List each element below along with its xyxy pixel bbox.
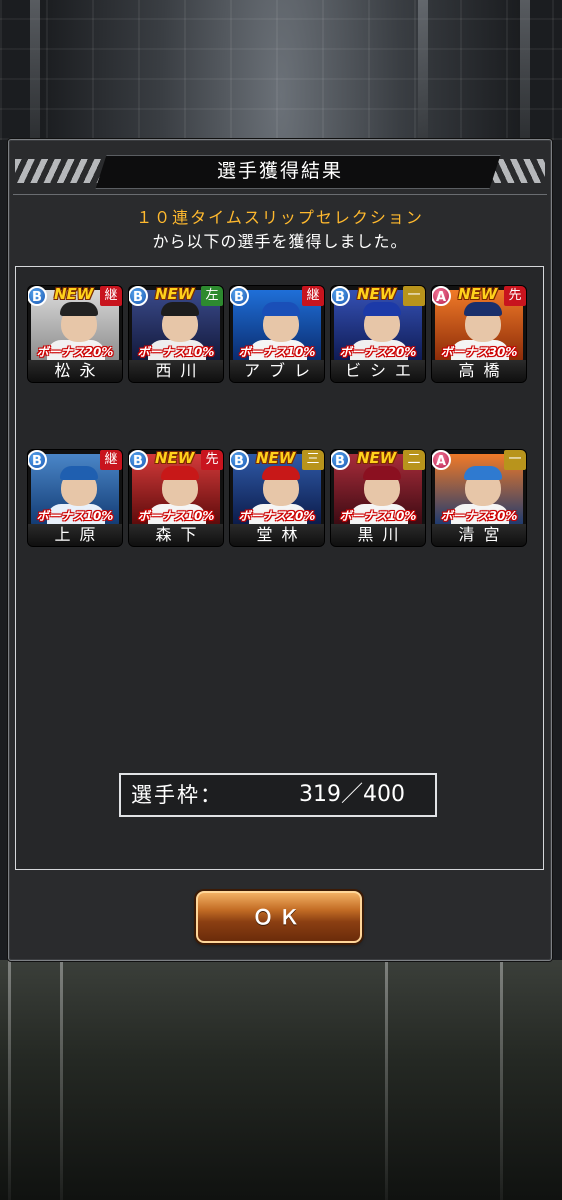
position-badge: 一 xyxy=(504,450,526,470)
rank-badge: B xyxy=(129,450,148,470)
position-badge: 三 xyxy=(302,450,324,470)
player-name: 西川 xyxy=(129,360,223,382)
player-card[interactable]: ボーナス10% 黒川 B 二 NEW xyxy=(331,450,425,546)
player-cap xyxy=(262,466,300,480)
player-name: 松永 xyxy=(28,360,122,382)
new-badge: NEW xyxy=(155,286,195,303)
player-bonus: ボーナス10% xyxy=(137,509,215,523)
player-name: 森下 xyxy=(129,524,223,546)
position-badge: 先 xyxy=(201,450,223,470)
light-beam xyxy=(8,960,11,1200)
new-badge: NEW xyxy=(54,286,94,303)
player-bonus: ボーナス10% xyxy=(238,345,316,359)
roof-pillar xyxy=(520,0,530,140)
rank-badge: B xyxy=(230,450,249,470)
rank-badge: B xyxy=(28,286,47,306)
roster-counter: 選手枠： 319／400 xyxy=(119,773,437,817)
player-card[interactable]: ボーナス10% 森下 B 先 NEW xyxy=(129,450,223,546)
roster-label: 選手枠： xyxy=(131,783,223,807)
rank-badge: B xyxy=(28,450,47,470)
ok-button[interactable]: ＯＫ xyxy=(196,891,362,943)
player-name: 堂林 xyxy=(230,524,324,546)
ok-button-label: ＯＫ xyxy=(253,905,305,929)
player-name: 黒川 xyxy=(331,524,425,546)
position-badge: 先 xyxy=(504,286,526,306)
position-badge: 二 xyxy=(403,450,425,470)
new-badge: NEW xyxy=(155,450,195,467)
player-card[interactable]: ボーナス20% 堂林 B 三 NEW xyxy=(230,450,324,546)
player-cap xyxy=(60,302,98,316)
player-bonus: ボーナス20% xyxy=(339,345,417,359)
rank-badge: B xyxy=(331,450,350,470)
player-name: アブレウ xyxy=(230,360,324,382)
light-beam xyxy=(385,960,388,1200)
player-cap xyxy=(60,466,98,480)
position-badge: 継 xyxy=(100,450,122,470)
rank-badge: A xyxy=(432,450,451,470)
roof-grid xyxy=(0,0,562,140)
player-bonus: ボーナス10% xyxy=(339,509,417,523)
player-bonus: ボーナス10% xyxy=(137,345,215,359)
player-name: 高橋 xyxy=(432,360,526,382)
player-cap xyxy=(262,302,300,316)
player-card[interactable]: ボーナス10% 西川 B 左 NEW xyxy=(129,286,223,382)
player-cap xyxy=(363,466,401,480)
rank-badge: B xyxy=(230,286,249,306)
player-bonus: ボーナス20% xyxy=(36,345,114,359)
player-name: 清宮 xyxy=(432,524,526,546)
position-badge: 継 xyxy=(302,286,324,306)
new-badge: NEW xyxy=(458,286,498,303)
player-card-grid: ボーナス20%松永B継NEWボーナス10%西川B左NEWボーナス10%アブレウB… xyxy=(14,150,534,546)
player-cap xyxy=(161,466,199,480)
rank-badge: A xyxy=(432,286,451,306)
player-card[interactable]: ボーナス30% 高橋 A 先 NEW xyxy=(432,286,526,382)
rank-badge: B xyxy=(129,286,148,306)
light-beam xyxy=(500,960,503,1200)
player-name: 上原 xyxy=(28,524,122,546)
new-badge: NEW xyxy=(256,450,296,467)
player-cap xyxy=(161,302,199,316)
player-card[interactable]: ボーナス20% 松永 B 継 NEW xyxy=(28,286,122,382)
position-badge: 左 xyxy=(201,286,223,306)
new-badge: NEW xyxy=(357,286,397,303)
player-card[interactable]: ボーナス30% 清宮 A 一 xyxy=(432,450,526,546)
player-card[interactable]: ボーナス20%ビシエド B 一 NEW xyxy=(331,286,425,382)
player-name: ビシエド xyxy=(331,360,425,382)
player-cap xyxy=(363,302,401,316)
roof-pillar xyxy=(30,0,40,140)
position-badge: 一 xyxy=(403,286,425,306)
rank-badge: B xyxy=(331,286,350,306)
player-card[interactable]: ボーナス10%アブレウ B 継 xyxy=(230,286,324,382)
roof-pillar xyxy=(418,0,428,140)
position-badge: 継 xyxy=(100,286,122,306)
light-beam xyxy=(60,960,63,1200)
player-bonus: ボーナス10% xyxy=(36,509,114,523)
player-cap xyxy=(464,466,502,480)
player-bonus: ボーナス20% xyxy=(238,509,316,523)
player-bonus: ボーナス30% xyxy=(440,509,518,523)
player-cap xyxy=(464,302,502,316)
stadium-field xyxy=(0,960,562,1200)
player-card[interactable]: ボーナス10% 上原 B 継 xyxy=(28,450,122,546)
roster-value: 319／400 xyxy=(299,782,405,807)
player-bonus: ボーナス30% xyxy=(440,345,518,359)
new-badge: NEW xyxy=(357,450,397,467)
